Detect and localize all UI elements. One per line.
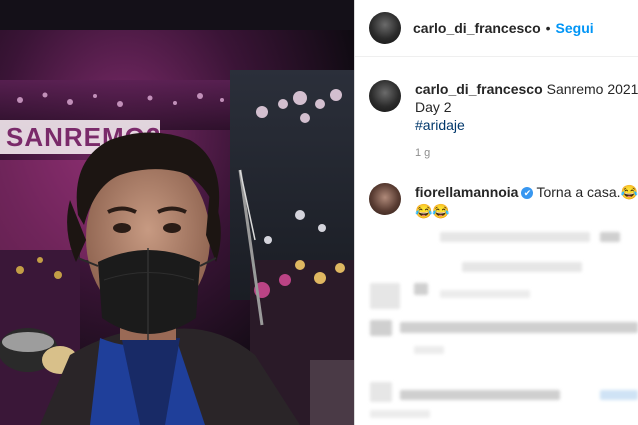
caption-body: carlo_di_francesco Sanremo 2021 . Day 2 #… (415, 80, 638, 162)
author-avatar[interactable] (369, 12, 401, 44)
verified-badge-icon: ✔ (521, 187, 534, 199)
blurred-avatar (370, 320, 392, 336)
post-photo[interactable]: SANREMO2 (0, 0, 354, 425)
comment-item: fiorellamannoia ✔ Torna a casa.😂 😂😂 (369, 183, 638, 221)
blurred-avatar (370, 382, 392, 402)
post-header: carlo_di_francesco • Segui (355, 0, 638, 57)
blurred-text (400, 322, 638, 333)
blurred-avatar (370, 283, 400, 309)
hashtag-link[interactable]: #aridaje (415, 116, 638, 134)
caption-text-line2: Day 2 (415, 99, 452, 115)
follow-button[interactable]: Segui (556, 20, 594, 36)
comment-text: Torna a casa. (536, 184, 621, 200)
post-caption: carlo_di_francesco Sanremo 2021 . Day 2 #… (369, 80, 638, 162)
caption-avatar[interactable] (369, 80, 401, 112)
commenter-avatar[interactable] (369, 183, 401, 215)
blurred-text (400, 390, 560, 400)
comment-body: fiorellamannoia ✔ Torna a casa.😂 😂😂 (415, 183, 638, 221)
blurred-text (440, 232, 590, 242)
caption-username[interactable]: carlo_di_francesco (415, 81, 543, 97)
blurred-text (414, 283, 428, 295)
blurred-link (600, 390, 638, 400)
blurred-text (600, 232, 620, 242)
post-time[interactable]: 1 g (415, 144, 638, 162)
comment-emoji: 😂 (620, 184, 638, 200)
blurred-text (440, 290, 530, 298)
selfie-image: SANREMO2 (0, 0, 354, 425)
comment-emoji-line2: 😂😂 (415, 203, 450, 219)
author-username[interactable]: carlo_di_francesco (413, 20, 541, 36)
separator-dot: • (545, 20, 551, 36)
blurred-text (370, 410, 430, 418)
panel-divider (354, 0, 355, 425)
face-mask (98, 250, 200, 334)
commenter-username[interactable]: fiorellamannoia (415, 184, 518, 200)
blurred-text (414, 346, 444, 354)
caption-text-line1: Sanremo 2021 . (546, 81, 638, 97)
blurred-text (462, 262, 582, 272)
